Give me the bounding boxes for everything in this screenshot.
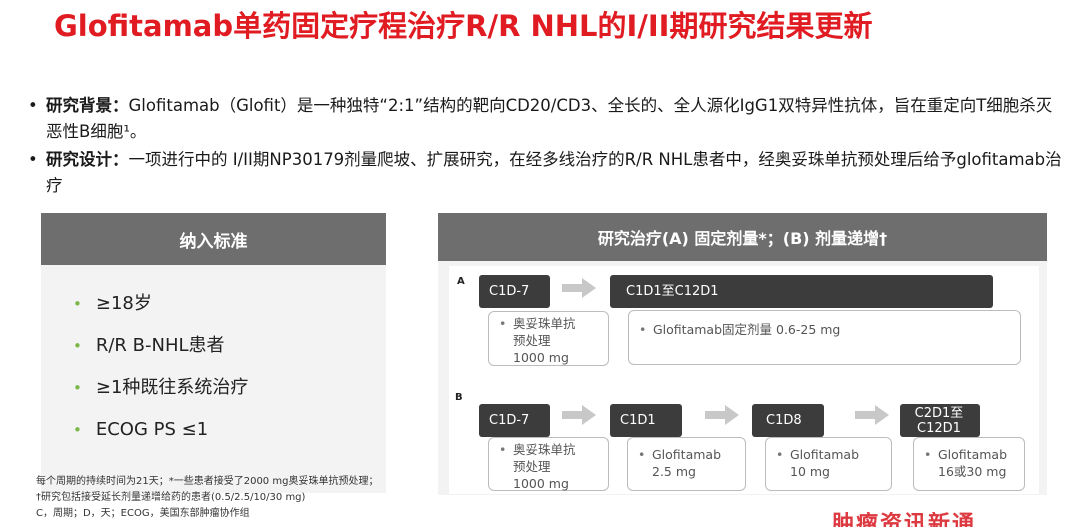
arrow-right-icon bbox=[705, 405, 739, 425]
arm-a-step2-details: Glofitamab固定剂量 0.6-25 mg bbox=[628, 310, 1021, 365]
arm-a-step1-details: 奥妥珠单抗 预处理 1000 mg bbox=[488, 311, 609, 366]
watermark: 肿瘤资讯新通 bbox=[832, 512, 977, 527]
bullet-label: 研究背景： bbox=[46, 96, 129, 115]
inclusion-list: • ≥18岁 • R/R B-NHL患者 • ≥1种既往系统治疗 • ECOG PS ≤… bbox=[41, 265, 386, 451]
arm-b-step4-details: Glofitamab 16或30 mg bbox=[913, 437, 1025, 491]
bullet-text: 一项进行中的 I/II期NP30179剂量爬坡、扩展研究，在经多线治疗的R/R … bbox=[46, 150, 1062, 195]
inclusion-item: ≥18岁 bbox=[95, 293, 152, 314]
list-item: • ≥1种既往系统治疗 bbox=[73, 367, 386, 409]
bullet-label: 研究设计： bbox=[46, 150, 129, 169]
arm-b-step3-cycle: C1D8 bbox=[752, 404, 824, 437]
arm-b-step4-cycle: C2D1至C12D1 bbox=[900, 404, 980, 437]
list-item: • ≥18岁 bbox=[73, 283, 386, 325]
detail-line: 奥妥珠单抗 bbox=[499, 315, 602, 332]
detail-line: 预处理 bbox=[513, 333, 551, 348]
bullet-background: 研究背景：Glofitamab（Glofit）是一种独特“2:1”结构的靶向CD… bbox=[26, 93, 1066, 145]
detail-line: Glofitamab bbox=[776, 446, 885, 463]
arm-b-step1-details: 奥妥珠单抗 预处理 1000 mg bbox=[488, 437, 609, 491]
footnote-line: 每个周期的持续时间为21天；*一些患者接受了2000 mg奥妥珠单抗预处理； bbox=[36, 476, 379, 487]
inclusion-item: R/R B-NHL患者 bbox=[95, 335, 225, 356]
arm-b-step2-cycle: C1D1 bbox=[610, 404, 682, 437]
page-title: Glofitamab单药固定疗程治疗R/R NHL的I/II期研究结果更新 bbox=[54, 9, 873, 43]
inclusion-item: ECOG PS ≤1 bbox=[95, 419, 209, 440]
arm-b-step2-details: Glofitamab 2.5 mg bbox=[627, 437, 746, 491]
arrow-right-icon bbox=[855, 405, 889, 425]
inclusion-item: ≥1种既往系统治疗 bbox=[95, 377, 249, 398]
detail-line: 1000 mg bbox=[513, 476, 569, 491]
detail-line: 16或30 mg bbox=[938, 464, 1007, 479]
treatment-header: 研究治疗(A) 固定剂量*；(B) 剂量递增† bbox=[438, 213, 1047, 261]
inclusion-header: 纳入标准 bbox=[41, 213, 386, 265]
arm-a-label: A bbox=[457, 276, 465, 287]
arm-b-step3-details: Glofitamab 10 mg bbox=[765, 437, 892, 491]
arrow-right-icon bbox=[562, 405, 596, 425]
list-item: • R/R B-NHL患者 bbox=[73, 325, 386, 367]
footnote-line: †研究包括接受延长剂量递增给药的患者(0.5/2.5/10/30 mg) bbox=[36, 492, 306, 503]
detail-line: 1000 mg bbox=[513, 350, 569, 365]
detail-line: 奥妥珠单抗 bbox=[499, 441, 602, 458]
arm-a-step2-cycle: C1D1至C12D1 bbox=[610, 275, 993, 308]
detail-line: 2.5 mg bbox=[652, 464, 696, 479]
arrow-right-icon bbox=[562, 278, 596, 298]
arm-b-label: B bbox=[455, 392, 463, 403]
detail-line: Glofitamab bbox=[638, 446, 739, 463]
arm-b-step1-cycle: C1D-7 bbox=[479, 404, 550, 437]
bullet-dot-icon: • bbox=[73, 379, 82, 397]
bullet-dot-icon: • bbox=[73, 421, 82, 439]
footnotes: 每个周期的持续时间为21天；*一些患者接受了2000 mg奥妥珠单抗预处理； †… bbox=[36, 474, 378, 522]
inclusion-panel: 纳入标准 • ≥18岁 • R/R B-NHL患者 • ≥1种既往系统治疗 • ECOG… bbox=[41, 213, 386, 493]
list-item: • ECOG PS ≤1 bbox=[73, 409, 386, 451]
detail-line: 10 mg bbox=[790, 464, 830, 479]
detail-line: 预处理 bbox=[513, 459, 551, 474]
bullet-dot-icon: • bbox=[73, 295, 82, 313]
background-bullets: 研究背景：Glofitamab（Glofit）是一种独特“2:1”结构的靶向CD… bbox=[26, 93, 1066, 201]
bullet-text: Glofitamab（Glofit）是一种独特“2:1”结构的靶向CD20/CD… bbox=[46, 96, 1053, 141]
arm-a-step1-cycle: C1D-7 bbox=[479, 275, 550, 308]
bullet-dot-icon: • bbox=[73, 337, 82, 355]
bullet-design: 研究设计：一项进行中的 I/II期NP30179剂量爬坡、扩展研究，在经多线治疗… bbox=[26, 147, 1066, 199]
detail-line: Glofitamab bbox=[924, 446, 1018, 463]
footnote-line: C，周期；D，天；ECOG，美国东部肿瘤协作组 bbox=[36, 508, 250, 519]
detail-line: Glofitamab固定剂量 0.6-25 mg bbox=[639, 321, 1014, 338]
